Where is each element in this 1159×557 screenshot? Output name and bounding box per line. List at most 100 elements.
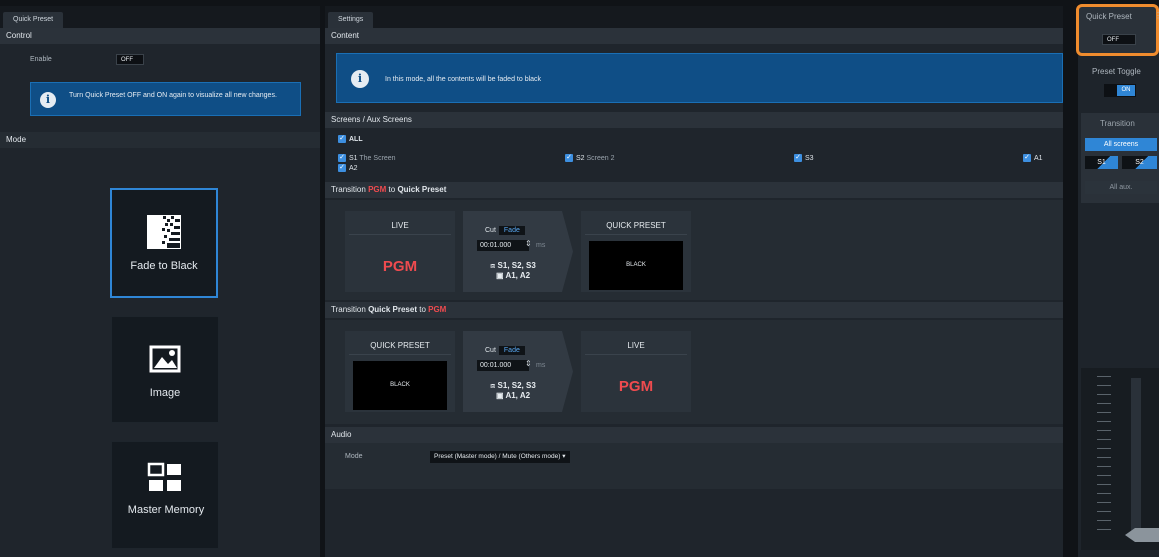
check-icon: ✓ <box>338 154 346 162</box>
t2-aux: ▣ A1, A2 <box>463 391 563 400</box>
screens-header: Screens / Aux Screens <box>325 112 1063 128</box>
mode-image[interactable]: Image <box>111 316 219 423</box>
t2-prefix: Transition <box>331 305 366 314</box>
t2-cut-fade: Cut Fade <box>485 346 525 355</box>
check-icon: ✓ <box>565 154 573 162</box>
t1-duration-input[interactable]: 00:01.000 <box>477 240 529 251</box>
fader-track <box>1131 378 1141 538</box>
screen-s1-checkbox[interactable]: ✓ S1 The Screen <box>338 154 396 162</box>
t2-qp-title: QUICK PRESET <box>349 341 451 355</box>
info-box: i Turn Quick Preset OFF and ON again to … <box>30 82 301 116</box>
all-screens-button[interactable]: All screens <box>1085 138 1157 151</box>
s2-label: S2 <box>1135 159 1144 166</box>
check-icon: ✓ <box>338 135 346 143</box>
screen-all-label: ALL <box>349 135 363 143</box>
t1-ms: ms <box>536 242 546 249</box>
t1-prefix: Transition <box>331 185 366 194</box>
screen-s3-checkbox[interactable]: ✓ S3 <box>794 154 814 162</box>
t2-red: PGM <box>428 305 447 314</box>
spinner-icon[interactable]: ⇕ <box>525 359 532 368</box>
qp-mini-off-toggle[interactable]: OFF <box>1102 34 1136 45</box>
info-icon: i <box>40 92 56 108</box>
quick-preset-panel: Quick Preset Control Enable OFF i Turn Q… <box>0 6 320 557</box>
transition1-header: Transition PGM to Quick Preset <box>325 182 1063 198</box>
t1-aux-text: A1, A2 <box>505 271 531 280</box>
t1-qp-title: QUICK PRESET <box>585 221 687 235</box>
t2-live-title: LIVE <box>585 341 687 355</box>
spinner-icon[interactable]: ⇕ <box>525 239 532 248</box>
tab-settings[interactable]: Settings <box>328 12 374 28</box>
quick-preset-mini-panel: Quick Preset ⋮ OFF Preset Toggle ON Tran… <box>1076 4 1159 557</box>
check-icon: ✓ <box>1023 154 1031 162</box>
info-text: Turn Quick Preset OFF and ON again to vi… <box>69 92 277 99</box>
t2-duration-input[interactable]: 00:01.000 <box>477 360 529 371</box>
fade-icon <box>147 215 181 249</box>
qp-mini-menu-icon[interactable]: ⋮ <box>1154 11 1159 20</box>
t1-live-title: LIVE <box>349 221 451 235</box>
audio-header: Audio <box>325 427 1063 443</box>
t2-cut-button[interactable]: Cut <box>485 347 496 354</box>
t1-timing: Cut Fade 00:01.000 ⇕ ms ⧈ S1, S2, S3 ▣ A1… <box>463 211 573 292</box>
preset-toggle-switch[interactable]: ON <box>1104 84 1136 97</box>
s1-button[interactable]: S1 <box>1085 156 1118 169</box>
t2-bold: Quick Preset <box>368 305 417 314</box>
screen-a2-id: A2 <box>349 164 358 172</box>
t2-mid: to <box>419 305 426 314</box>
t1-live-box: LIVE PGM <box>345 211 455 292</box>
mode-label-image: Image <box>149 387 181 399</box>
fader-handle[interactable] <box>1125 528 1159 542</box>
t2-screens: ⧈ S1, S2, S3 <box>463 381 563 391</box>
t2-pgm: PGM <box>618 378 654 395</box>
control-header: Control <box>0 28 320 44</box>
screen-s2-id: S2 <box>576 154 585 162</box>
transition-label: Transition <box>1100 119 1135 128</box>
screen-icon: ⧈ <box>490 381 498 390</box>
screen-icon: ⧈ <box>490 261 498 270</box>
check-icon: ✓ <box>338 164 346 172</box>
t1-bold: Quick Preset <box>397 185 447 194</box>
screen-a1-id: A1 <box>1034 154 1043 162</box>
monitor-icon: ▣ <box>495 271 506 280</box>
t2-qp-box: QUICK PRESET BLACK <box>345 331 455 412</box>
t1-screens: ⧈ S1, S2, S3 <box>463 261 563 271</box>
screen-s2-checkbox[interactable]: ✓ S2 Screen 2 <box>565 154 615 162</box>
mode-master-memory[interactable]: Master Memory <box>111 441 219 549</box>
screen-a1-checkbox[interactable]: ✓ A1 <box>1023 154 1043 162</box>
fader-area <box>1081 368 1159 550</box>
fader-scale <box>1097 376 1111 536</box>
t1-pgm: PGM <box>382 258 418 275</box>
audio-body: Mode Preset (Master mode) / Mute (Others… <box>325 443 1063 489</box>
t1-screens-text: S1, S2, S3 <box>497 261 536 270</box>
s1-label: S1 <box>1097 159 1106 166</box>
enable-label: Enable <box>30 56 52 63</box>
qp-mini-title: Quick Preset <box>1086 12 1132 21</box>
t2-timing: Cut Fade 00:01.000 ⇕ ms ⧈ S1, S2, S3 ▣ A1… <box>463 331 573 412</box>
screen-a2-checkbox[interactable]: ✓ A2 <box>338 164 358 172</box>
t2-black-preview: BLACK <box>353 361 447 410</box>
content-info-text: In this mode, all the contents will be f… <box>385 76 542 83</box>
t2-fade-button[interactable]: Fade <box>498 346 525 355</box>
settings-panel: Settings Content i In this mode, all the… <box>325 6 1063 557</box>
t1-black-preview: BLACK <box>589 241 683 290</box>
t2-screens-text: S1, S2, S3 <box>497 381 536 390</box>
t1-fade-button[interactable]: Fade <box>498 226 525 235</box>
enable-toggle[interactable]: OFF <box>116 54 144 65</box>
mode-label-fade: Fade to Black <box>130 260 198 272</box>
t1-aux: ▣ A1, A2 <box>463 271 563 280</box>
screen-all-checkbox[interactable]: ✓ ALL <box>338 135 363 143</box>
t1-cut-button[interactable]: Cut <box>485 227 496 234</box>
screen-s1-name: The Screen <box>359 154 396 162</box>
mode-fade-to-black[interactable]: Fade to Black <box>110 188 218 298</box>
tab-bar: Quick Preset <box>0 6 320 28</box>
tab-quick-preset[interactable]: Quick Preset <box>3 12 64 28</box>
screen-s3-id: S3 <box>805 154 814 162</box>
s2-button[interactable]: S2 <box>1122 156 1157 169</box>
audio-mode-select[interactable]: Preset (Master mode) / Mute (Others mode… <box>430 451 570 463</box>
check-icon: ✓ <box>794 154 802 162</box>
t1-qp-box: QUICK PRESET BLACK <box>581 211 691 292</box>
settings-tab-bar: Settings <box>325 6 1063 28</box>
all-aux-button[interactable]: All aux. <box>1085 181 1157 194</box>
t2-aux-text: A1, A2 <box>505 391 531 400</box>
monitor-icon: ▣ <box>495 391 506 400</box>
preset-toggle-on: ON <box>1117 85 1135 96</box>
